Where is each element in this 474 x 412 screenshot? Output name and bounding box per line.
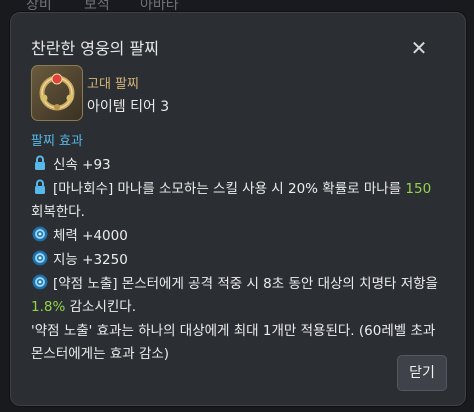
- effect-text: 감소시킨다.: [65, 299, 136, 315]
- effect-line-mana-recovery: [마나회수] 마나를 소모하는 스킬 사용 시 20% 확률로 마나를 150: [31, 177, 431, 197]
- effect-text: [마나회수] 마나를 소모하는 스킬 사용 시 20% 확률로 마나를: [53, 181, 406, 197]
- effect-note: '약점 노출' 효과는 하나의 대상에게 최대 1개만 적용된다. (60레벨 …: [31, 323, 436, 339]
- close-button[interactable]: 닫기: [397, 355, 447, 391]
- effect-text: [약점 노출] 몬스터에게 공격 적중 시 8초 동안 대상의 치명타 저항을: [53, 276, 438, 292]
- effect-line-weakness-exposure: [약점 노출] 몬스터에게 공격 적중 시 8초 동안 대상의 치명타 저항을: [31, 272, 438, 292]
- effect-note: 몬스터에게는 효과 감소): [31, 346, 170, 362]
- effect-line-continuation: 회복한다.: [31, 204, 85, 220]
- effect-line-intellect: 지능 +3250: [31, 248, 128, 268]
- effect-line-swiftness: 신속 +93: [31, 153, 111, 173]
- effect-text: 체력 +4000: [53, 228, 128, 244]
- bracelet-icon: [31, 65, 83, 121]
- lock-icon: [31, 178, 49, 196]
- effect-value: 150: [405, 181, 432, 197]
- item-tier: 아이템 티어 3: [87, 99, 170, 115]
- effect-text: 지능 +3250: [53, 252, 128, 268]
- lock-icon: [31, 154, 49, 172]
- effect-text: 신속 +93: [53, 157, 111, 173]
- effects-section-title: 팔찌 효과: [31, 134, 83, 149]
- effect-line-vitality: 체력 +4000: [31, 224, 128, 244]
- close-icon[interactable]: ✕: [410, 38, 428, 58]
- item-tooltip-dialog: 찬란한 영웅의 팔찌 ✕ 고대 팔찌 아이템 티어 3 팔찌 효과 신속 +93…: [10, 12, 466, 406]
- item-grade: 고대 팔찌: [87, 77, 139, 92]
- swirl-icon: [31, 273, 49, 291]
- swirl-icon: [31, 225, 49, 243]
- effect-line-continuation: 1.8% 감소시킨다.: [31, 295, 136, 315]
- effect-value: 1.8%: [31, 299, 66, 315]
- dialog-title: 찬란한 영웅의 팔찌: [31, 39, 159, 58]
- swirl-icon: [31, 249, 49, 267]
